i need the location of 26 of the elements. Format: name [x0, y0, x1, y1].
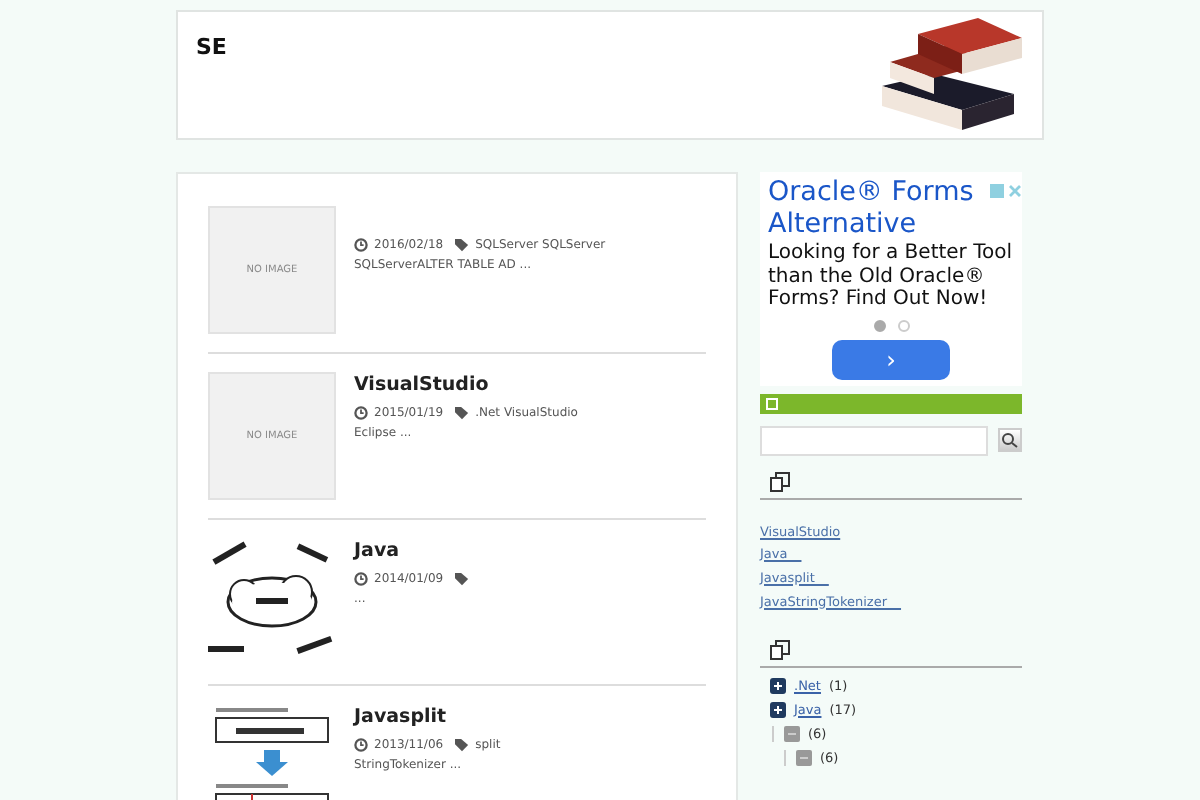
tag-icon	[453, 572, 470, 586]
ad-next-button[interactable]: ›	[832, 339, 950, 379]
clock-icon	[354, 738, 368, 752]
clock-icon	[354, 572, 368, 586]
carousel-dot[interactable]	[873, 319, 885, 331]
pages-icon	[770, 639, 790, 659]
clock-icon	[354, 238, 368, 252]
ad-choices-icon[interactable]	[990, 184, 1022, 198]
ad-headline[interactable]: Oracle® Forms Alternative	[768, 176, 1014, 240]
carousel-dot[interactable]	[897, 319, 909, 331]
search-button[interactable]	[998, 428, 1022, 452]
ad-text: Looking for a Better Tool than the Old Oracle® Forms? Find Out Now!	[768, 242, 1014, 311]
tag-icon	[453, 738, 470, 752]
expand-icon	[770, 701, 786, 717]
post-title[interactable]: Javasplit	[354, 706, 501, 728]
search-field[interactable]	[760, 425, 988, 455]
collapse-icon	[796, 749, 812, 765]
clock-icon	[354, 406, 368, 420]
pages-icon	[770, 471, 790, 491]
site-title[interactable]: SE	[196, 12, 227, 138]
tag-icon	[453, 238, 470, 252]
post-title[interactable]: Java	[354, 540, 470, 562]
expand-icon	[770, 677, 786, 693]
post-title[interactable]: VisualStudio	[354, 374, 578, 396]
tag-icon	[453, 406, 470, 420]
collapse-icon	[784, 725, 800, 741]
